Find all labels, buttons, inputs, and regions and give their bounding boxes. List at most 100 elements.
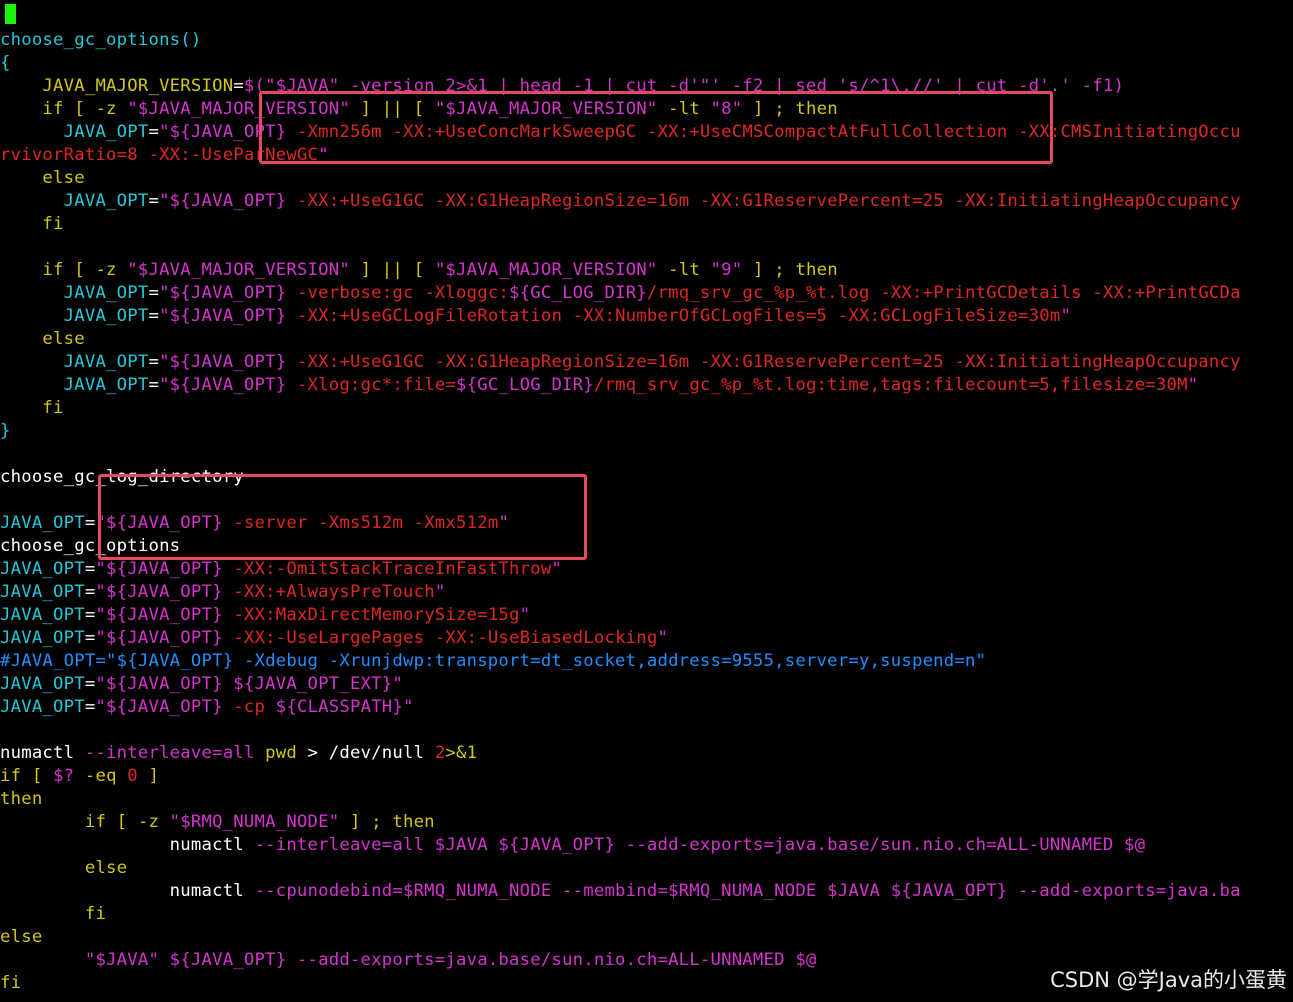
code-token: JAVA_OPT <box>0 582 85 602</box>
code-line: choose_gc_options <box>0 535 180 558</box>
code-token: JAVA_OPT <box>0 628 85 648</box>
code-token: " <box>519 605 531 625</box>
code-line: if [ -z "$JAVA_MAJOR_VERSION" ] || [ "$J… <box>0 98 838 121</box>
code-token: numactl <box>0 835 255 855</box>
code-token: ] || [ <box>349 99 435 119</box>
code-token: else <box>0 329 85 349</box>
code-token: " <box>1060 306 1072 326</box>
code-token: JAVA_OPT <box>0 605 85 625</box>
code-token: = <box>148 122 160 142</box>
code-token: -XX:-OmitStackTraceInFastThrow <box>222 559 552 579</box>
code-token: "$JAVA_MAJOR_VERSION" <box>127 260 350 280</box>
code-line: } <box>0 420 11 443</box>
code-token: pwd <box>254 743 308 763</box>
code-token: JAVA_OPT <box>0 191 149 211</box>
code-token: JAVA_OPT <box>0 122 149 142</box>
code-line: numactl --interleave=all pwd > /dev/null… <box>0 742 477 765</box>
code-token: -server -Xms512m -Xmx512m <box>222 513 499 533</box>
code-token: = <box>148 283 160 303</box>
code-line: if [ $? -eq 0 ] <box>0 765 159 788</box>
code-token: " <box>1187 375 1199 395</box>
code-token: "${JAVA_OPT} <box>95 628 223 648</box>
code-token: ] || [ <box>349 260 435 280</box>
code-token: 0 <box>127 766 138 786</box>
code-line: numactl --interleave=all $JAVA ${JAVA_OP… <box>0 834 1145 857</box>
code-token: -Xlog:gc*:file= <box>286 375 457 395</box>
code-line: then <box>0 788 42 811</box>
code-token: if [ -z <box>0 812 170 832</box>
code-line: JAVA_OPT="${JAVA_OPT} -XX:-OmitStackTrac… <box>0 558 562 581</box>
code-token: " <box>318 145 329 165</box>
code-token: 2 <box>434 743 446 763</box>
code-line: JAVA_OPT="${JAVA_OPT} -XX:+UseG1GC -XX:G… <box>0 190 1241 213</box>
code-token: "${JAVA_OPT} <box>159 283 287 303</box>
code-token: --interleave=all $JAVA ${JAVA_OPT} --add… <box>254 835 1146 855</box>
code-line: fi <box>0 972 21 995</box>
code-line: choose_gc_options() <box>0 29 201 52</box>
code-token: JAVA_MAJOR_VERSION <box>0 76 234 96</box>
code-token: = <box>84 628 96 648</box>
code-token: JAVA_OPT <box>0 352 149 372</box>
code-line: #JAVA_OPT="${JAVA_OPT} -Xdebug -Xrunjdwp… <box>0 650 986 673</box>
code-line: fi <box>0 903 106 926</box>
code-line: JAVA_OPT="${JAVA_OPT} -cp ${CLASSPATH}" <box>0 696 414 719</box>
code-line: else <box>0 167 85 190</box>
code-token: /rmq_srv_gc_%p_%t.log -XX:+PrintGCDetail… <box>646 283 1241 303</box>
code-token: JAVA_OPT <box>0 674 85 694</box>
code-token: { <box>0 53 11 73</box>
code-token: "${JAVA_OPT} <box>95 582 223 602</box>
code-token: choose_gc_options <box>0 536 181 556</box>
code-token: "${JAVA_OPT} <box>159 122 287 142</box>
code-token: JAVA_OPT <box>0 697 85 717</box>
code-token: choose_gc_log_directory <box>0 467 244 487</box>
code-token: > <box>307 743 319 763</box>
code-token: JAVA_OPT <box>0 513 85 533</box>
terminal-window[interactable]: ' choose_gc_options(){ JAVA_MAJOR_VERSIO… <box>0 0 1293 1002</box>
code-token: #JAVA_OPT="${JAVA_OPT} -Xdebug -Xrunjdwp… <box>0 651 987 671</box>
code-token: = <box>84 605 96 625</box>
code-line: "$JAVA" ${JAVA_OPT} --add-exports=java.b… <box>0 949 817 972</box>
code-token: "$JAVA_MAJOR_VERSION" <box>434 260 658 280</box>
code-token: JAVA_OPT <box>0 283 149 303</box>
code-line: JAVA_OPT="${JAVA_OPT} -Xmn256m -XX:+UseC… <box>0 121 1241 144</box>
code-token: "${JAVA_OPT} <box>159 375 287 395</box>
code-line: { <box>0 52 11 75</box>
code-token: } <box>0 421 11 441</box>
code-line: JAVA_OPT="${JAVA_OPT} -Xlog:gc*:file=${G… <box>0 374 1199 397</box>
code-token: = <box>84 513 96 533</box>
code-line: JAVA_OPT="${JAVA_OPT} -XX:-UseLargePages… <box>0 627 668 650</box>
code-line: JAVA_OPT="${JAVA_OPT} -XX:+UseG1GC -XX:G… <box>0 351 1241 374</box>
code-token: " <box>434 582 446 602</box>
code-token: numactl <box>0 881 255 901</box>
code-token: --interleave=all <box>84 743 255 763</box>
code-token: ${GC_LOG_DIR} <box>509 283 647 303</box>
code-line: JAVA_OPT="${JAVA_OPT} ${JAVA_OPT_EXT}" <box>0 673 403 696</box>
code-token: if [ -z <box>0 99 128 119</box>
code-line: JAVA_OPT="${JAVA_OPT} -server -Xms512m -… <box>0 512 509 535</box>
code-token: numactl <box>0 743 85 763</box>
code-token: "$JAVA" ${JAVA_OPT} --add-exports=java.b… <box>0 950 817 970</box>
code-token: " <box>657 628 669 648</box>
code-token: -verbose:gc -Xloggc: <box>286 283 510 303</box>
code-line: fi <box>0 397 64 420</box>
code-token: /dev/null <box>318 743 435 763</box>
code-token: ${CLASSPATH}" <box>275 697 414 717</box>
code-line: else <box>0 926 42 949</box>
code-token: = <box>84 582 96 602</box>
code-token: ] ; then <box>742 99 838 119</box>
code-token: = <box>148 191 160 211</box>
code-token: -XX:+UseG1GC -XX:G1HeapRegionSize=16m -X… <box>286 352 1241 372</box>
code-line: if [ -z "$JAVA_MAJOR_VERSION" ] || [ "$J… <box>0 259 838 282</box>
code-token: >&1 <box>445 743 478 763</box>
code-token: "${JAVA_OPT} <box>159 352 287 372</box>
code-line: choose_gc_log_directory <box>0 466 244 489</box>
code-token: -XX:MaxDirectMemorySize=15g <box>222 605 520 625</box>
code-token: "${JAVA_OPT} <box>159 191 287 211</box>
code-token: $("$JAVA" -version 2>&1 | head -1 | cut … <box>243 76 1125 96</box>
code-token: -XX:-UseLargePages -XX:-UseBiasedLocking <box>222 628 658 648</box>
code-token: -eq <box>74 766 128 786</box>
code-token: fi <box>0 214 64 234</box>
code-token: ] ; then <box>339 812 435 832</box>
code-line: JAVA_OPT="${JAVA_OPT} -XX:+UseGCLogFileR… <box>0 305 1071 328</box>
code-line: if [ -z "$RMQ_NUMA_NODE" ] ; then <box>0 811 435 834</box>
